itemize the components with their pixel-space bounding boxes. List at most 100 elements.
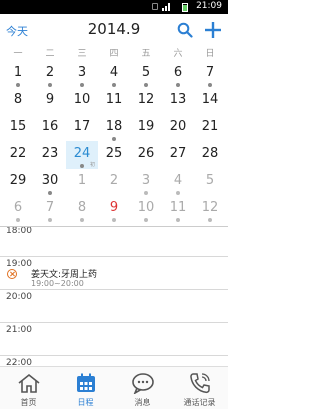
hour-label: 19:00 [6,259,32,269]
signal-icon [162,3,172,11]
day-cell[interactable]: 9 [98,195,130,223]
day-cell[interactable]: 3 [130,168,162,196]
header: 今天 2014.9 [0,14,228,46]
search-icon[interactable] [177,22,193,38]
hour-divider [0,289,228,290]
hour-label: 21:00 [6,325,32,335]
add-icon[interactable] [203,20,223,40]
day-cell[interactable]: 3 [66,60,98,88]
day-number: 19 [137,119,155,134]
tab-label: 日程 [77,398,94,407]
day-cell[interactable]: 2 [98,168,130,196]
day-number: 9 [109,200,119,215]
day-cell[interactable]: 17 [66,114,98,142]
day-number: 1 [77,173,87,188]
day-cell[interactable]: 4 [98,60,130,88]
weekday-label: 二 [45,49,55,59]
day-cell[interactable]: 1 [2,60,34,88]
day-cell[interactable]: 20 [162,114,194,142]
day-number: 16 [41,119,59,134]
day-cell[interactable]: 15 [2,114,34,142]
event-indicator-dot [208,218,212,222]
day-cell[interactable]: 6 [2,195,34,223]
message-icon [131,373,154,394]
day-number: 23 [41,146,59,161]
tab-call-log[interactable]: 通话记录 [171,367,228,409]
day-cell[interactable]: 9 [34,87,66,115]
tab-schedule[interactable]: 日程 [57,367,114,409]
day-number: 30 [41,173,59,188]
day-number: 3 [77,65,87,80]
day-number: 27 [169,146,187,161]
event-item[interactable]: 姜天文:牙周上药 19:00~20:00 [7,266,228,290]
bottom-tab-bar: 首页 日程 消息 通话记录 [0,366,228,409]
day-number: 9 [45,92,55,107]
day-number: 20 [169,119,187,134]
tab-messages[interactable]: 消息 [114,367,171,409]
day-number: 2 [45,65,55,80]
day-cell[interactable]: 6 [162,60,194,88]
day-number: 7 [45,200,55,215]
day-number: 10 [73,92,91,107]
day-cell[interactable]: 12 [194,195,226,223]
day-cell[interactable]: 8 [2,87,34,115]
day-cell[interactable]: 5 [130,60,162,88]
cancel-icon[interactable] [7,269,17,279]
day-cell[interactable]: 16 [34,114,66,142]
event-indicator-dot [176,218,180,222]
day-number: 18 [105,119,123,134]
day-number: 5 [141,65,151,80]
event-indicator-dot [16,218,20,222]
day-cell[interactable]: 30 [34,168,66,196]
day-cell[interactable]: 28 [194,141,226,169]
day-number: 8 [77,200,87,215]
event-indicator-dot [48,218,52,222]
day-number: 21 [201,119,219,134]
day-cell[interactable]: 2 [34,60,66,88]
event-indicator-dot [80,218,84,222]
day-number: 4 [173,173,183,188]
day-cell[interactable]: 23 [34,141,66,169]
weekday-header: 一二三四五六日 [0,46,228,60]
day-cell[interactable]: 29 [2,168,34,196]
day-number: 26 [137,146,155,161]
day-cell[interactable]: 22 [2,141,34,169]
day-number: 13 [169,92,187,107]
hour-divider [0,322,228,323]
day-cell[interactable]: 8 [66,195,98,223]
day-cell[interactable]: 13 [162,87,194,115]
day-cell[interactable]: 11 [162,195,194,223]
day-cell[interactable]: 1 [66,168,98,196]
day-cell[interactable]: 10 [66,87,98,115]
day-cell[interactable]: 5 [194,168,226,196]
day-number: 22 [9,146,27,161]
day-cell[interactable]: 21 [194,114,226,142]
day-cell[interactable]: 4 [162,168,194,196]
calendar-icon [76,373,95,392]
day-cell[interactable]: 24 初 [66,141,98,169]
day-number: 4 [109,65,119,80]
day-number: 3 [141,173,151,188]
day-number: 11 [105,92,123,107]
day-cell[interactable]: 26 [130,141,162,169]
day-cell[interactable]: 12 [130,87,162,115]
day-number: 28 [201,146,219,161]
day-number: 17 [73,119,91,134]
day-cell[interactable]: 11 [98,87,130,115]
day-number: 24 [73,146,91,161]
day-cell[interactable]: 7 [194,60,226,88]
tab-home[interactable]: 首页 [0,367,57,409]
day-cell[interactable]: 14 [194,87,226,115]
day-cell[interactable]: 25 [98,141,130,169]
day-cell[interactable]: 19 [130,114,162,142]
phone-icon [189,373,210,394]
day-cell[interactable]: 10 [130,195,162,223]
status-time: 21:09 [196,1,222,11]
day-cell[interactable]: 27 [162,141,194,169]
day-cell[interactable]: 7 [34,195,66,223]
day-cell[interactable]: 18 [98,114,130,142]
day-number: 12 [137,92,155,107]
event-indicator-dot [112,218,116,222]
day-number: 15 [9,119,27,134]
notification-icon [152,3,158,10]
